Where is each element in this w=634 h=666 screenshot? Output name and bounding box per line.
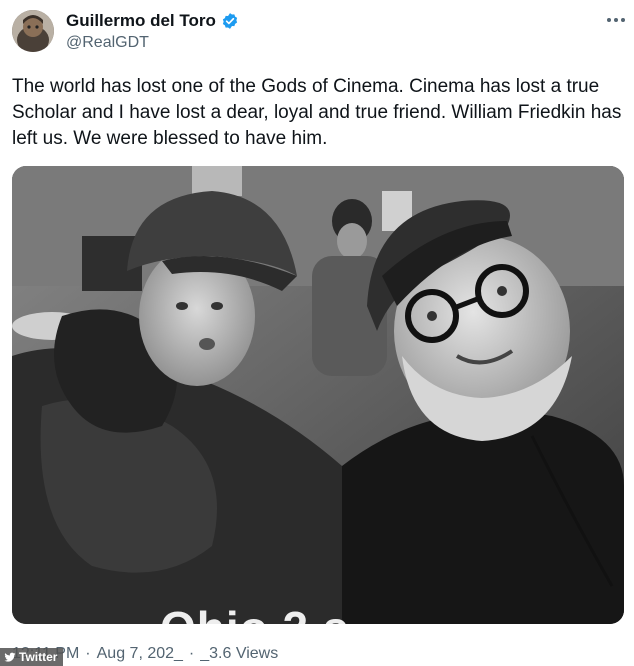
avatar-image xyxy=(12,10,54,52)
author-handle[interactable]: @RealGDT xyxy=(66,34,149,52)
meta-separator: · xyxy=(85,645,91,662)
photo-image xyxy=(12,166,624,624)
more-options-icon[interactable] xyxy=(602,8,630,32)
author-name-row[interactable]: Guillermo del Toro xyxy=(66,11,239,31)
verified-badge-icon xyxy=(221,12,239,30)
tweet-date[interactable]: Aug 7, 202_ xyxy=(97,645,183,663)
twitter-bird-icon xyxy=(4,652,16,662)
avatar[interactable] xyxy=(12,10,54,52)
tweet-text: The world has lost one of the Gods of Ci… xyxy=(12,76,622,149)
meta-separator: · xyxy=(188,645,195,662)
author-display-name[interactable]: Guillermo del Toro xyxy=(66,11,216,31)
tweet-photo[interactable] xyxy=(12,166,624,624)
photo-overlay-text: Ohio 2 s xyxy=(160,602,350,630)
twitter-watermark: Twitter xyxy=(0,648,64,666)
tweet-views[interactable]: _3.6 Views xyxy=(200,645,278,663)
watermark-label: Twitter xyxy=(19,650,58,664)
